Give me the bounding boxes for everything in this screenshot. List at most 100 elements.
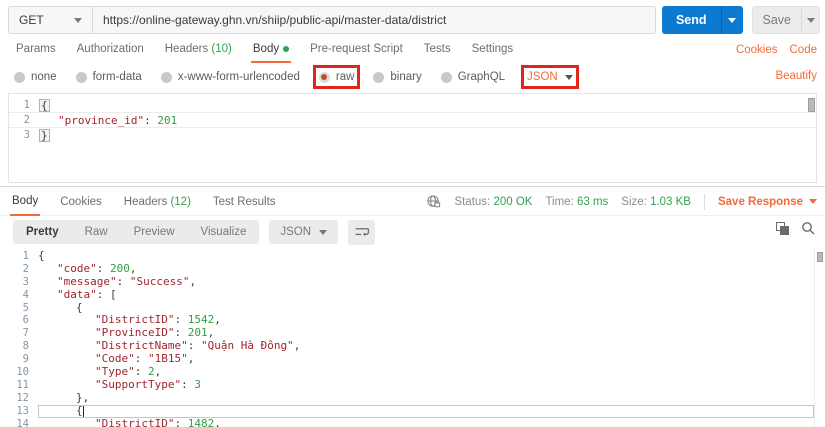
chevron-down-icon bbox=[809, 199, 817, 204]
radio-icon bbox=[75, 71, 87, 83]
code-token: "data" bbox=[57, 287, 97, 301]
tab-label: Tests bbox=[423, 43, 451, 55]
code-content: } bbox=[39, 129, 50, 142]
meta-value: 63 ms bbox=[576, 195, 609, 208]
code-token: "Success" bbox=[129, 274, 190, 288]
postman-request-view: GET Send Save Params Authorization Headers… bbox=[0, 0, 825, 427]
code-content: "DistrictID": 1482, bbox=[38, 416, 221, 427]
tab-label: Pre-request Script bbox=[310, 43, 403, 55]
code-token: 3 bbox=[194, 377, 201, 391]
send-options-button[interactable] bbox=[720, 6, 743, 34]
line-number: 13 bbox=[16, 404, 29, 417]
save-label: Save bbox=[762, 13, 792, 27]
tab-params[interactable]: Params bbox=[14, 40, 58, 61]
radio-label: none bbox=[31, 71, 57, 83]
content-type-dropdown[interactable]: JSON bbox=[521, 65, 579, 89]
response-tab-cookies[interactable]: Cookies bbox=[58, 188, 104, 215]
tab-settings[interactable]: Settings bbox=[470, 40, 516, 61]
send-label: Send bbox=[675, 13, 707, 27]
request-editor-scrollbar[interactable] bbox=[808, 98, 815, 112]
text-cursor bbox=[82, 405, 84, 418]
meta-divider bbox=[703, 193, 705, 210]
body-type-radio-binary[interactable]: binary bbox=[373, 71, 422, 83]
code-content: "SupportType": 3 bbox=[38, 377, 201, 392]
body-type-radio-raw[interactable]: raw bbox=[312, 65, 361, 89]
save-response-button[interactable]: Save Response bbox=[718, 196, 817, 208]
response-format-dropdown[interactable]: JSON bbox=[269, 220, 339, 244]
code-token: 201 bbox=[157, 113, 178, 127]
method-label: GET bbox=[19, 13, 44, 27]
response-body-viewer[interactable]: 1{2 "code": 200, 3 "message": "Success", 4 "d… bbox=[0, 248, 815, 427]
code-token: : bbox=[181, 377, 195, 391]
view-mode-visualize[interactable]: Visualize bbox=[188, 220, 260, 244]
copy-icon bbox=[776, 221, 789, 235]
radio-icon bbox=[440, 71, 452, 83]
body-type-radio-x-www-form-urlencoded[interactable]: x-www-form-urlencoded bbox=[160, 71, 300, 83]
request-body-editor[interactable]: 1{2 "province_id": 201 3} bbox=[8, 93, 817, 183]
line-number: 14 bbox=[16, 417, 29, 427]
search-response-button[interactable] bbox=[801, 221, 815, 235]
view-mode-preview[interactable]: Preview bbox=[121, 220, 188, 244]
response-scrollbar[interactable] bbox=[817, 252, 823, 262]
beautify-link[interactable]: Beautify bbox=[775, 70, 817, 82]
view-mode-pretty[interactable]: Pretty bbox=[13, 220, 72, 244]
tab-label: Body bbox=[12, 194, 39, 207]
radio-label: binary bbox=[390, 71, 422, 83]
view-mode-raw[interactable]: Raw bbox=[72, 220, 121, 244]
meta-label: Time: bbox=[545, 195, 577, 208]
send-button[interactable]: Send bbox=[661, 6, 743, 34]
line-number: 3 bbox=[22, 275, 29, 288]
code-line: 12}, bbox=[0, 391, 814, 405]
code-line: 2 "code": 200, bbox=[0, 262, 814, 276]
line-number: 8 bbox=[22, 340, 29, 353]
code-token: { bbox=[39, 98, 50, 112]
wrap-text-button[interactable] bbox=[348, 219, 376, 245]
meta-value: 200 OK bbox=[493, 195, 533, 208]
code-line: 10 "Type": 2, bbox=[0, 365, 814, 379]
body-type-radio-graphql[interactable]: GraphQL bbox=[440, 71, 505, 83]
tab-body[interactable]: Body bbox=[250, 40, 292, 63]
tab-tests[interactable]: Tests bbox=[422, 40, 453, 61]
line-number: 7 bbox=[22, 327, 29, 340]
code-content: "code": 200, bbox=[38, 262, 137, 276]
request-links: Cookies Code bbox=[736, 44, 817, 56]
response-tab-body[interactable]: Body bbox=[10, 187, 41, 216]
response-tab-headers[interactable]: Headers (12) bbox=[122, 188, 193, 215]
code-token: } bbox=[39, 129, 50, 142]
save-options-button[interactable] bbox=[801, 7, 819, 33]
tab-label: Headers bbox=[164, 43, 209, 55]
tab-headers[interactable]: Headers (10) bbox=[163, 40, 234, 61]
tab-pre-request-script[interactable]: Pre-request Script bbox=[308, 40, 405, 61]
code-token: "DistrictID" bbox=[95, 416, 175, 427]
body-type-radio-none[interactable]: none bbox=[14, 71, 57, 83]
code-token: , bbox=[154, 365, 162, 379]
code-link[interactable]: Code bbox=[790, 44, 818, 56]
meta-value: 1.03 KB bbox=[650, 195, 691, 208]
tab-label: Authorization bbox=[76, 43, 144, 55]
chevron-down-icon bbox=[806, 17, 815, 23]
network-globe-icon[interactable] bbox=[426, 194, 441, 209]
cookies-link[interactable]: Cookies bbox=[736, 44, 778, 56]
code-token: { bbox=[38, 249, 45, 262]
request-tabs: Params Authorization Headers (10) Body Pre-r… bbox=[0, 40, 825, 63]
radio-label: x-www-form-urlencoded bbox=[177, 71, 300, 83]
tab-label: Settings bbox=[471, 43, 514, 55]
method-select[interactable]: GET bbox=[9, 7, 93, 33]
view-mode-group: Pretty Raw Preview Visualize bbox=[13, 220, 260, 244]
save-button[interactable]: Save bbox=[751, 6, 820, 34]
code-token: "message" bbox=[57, 274, 117, 288]
chevron-down-icon bbox=[564, 74, 573, 80]
response-tab-test-results[interactable]: Test Results bbox=[211, 188, 278, 215]
code-content: "Type": 2, bbox=[38, 365, 162, 379]
response-toolbar: Pretty Raw Preview Visualize JSON bbox=[0, 216, 825, 248]
tab-label: Body bbox=[252, 43, 280, 55]
code-line: 3 "message": "Success", bbox=[0, 274, 814, 289]
copy-response-button[interactable] bbox=[776, 221, 789, 235]
line-number: 2 bbox=[23, 113, 30, 126]
response-format-label: JSON bbox=[280, 226, 312, 238]
url-input[interactable] bbox=[93, 7, 655, 33]
tab-authorization[interactable]: Authorization bbox=[75, 40, 146, 61]
meta-size: Size: 1.03 KB bbox=[621, 196, 691, 208]
tab-label: Cookies bbox=[60, 195, 102, 208]
body-type-radio-form-data[interactable]: form-data bbox=[75, 71, 142, 83]
